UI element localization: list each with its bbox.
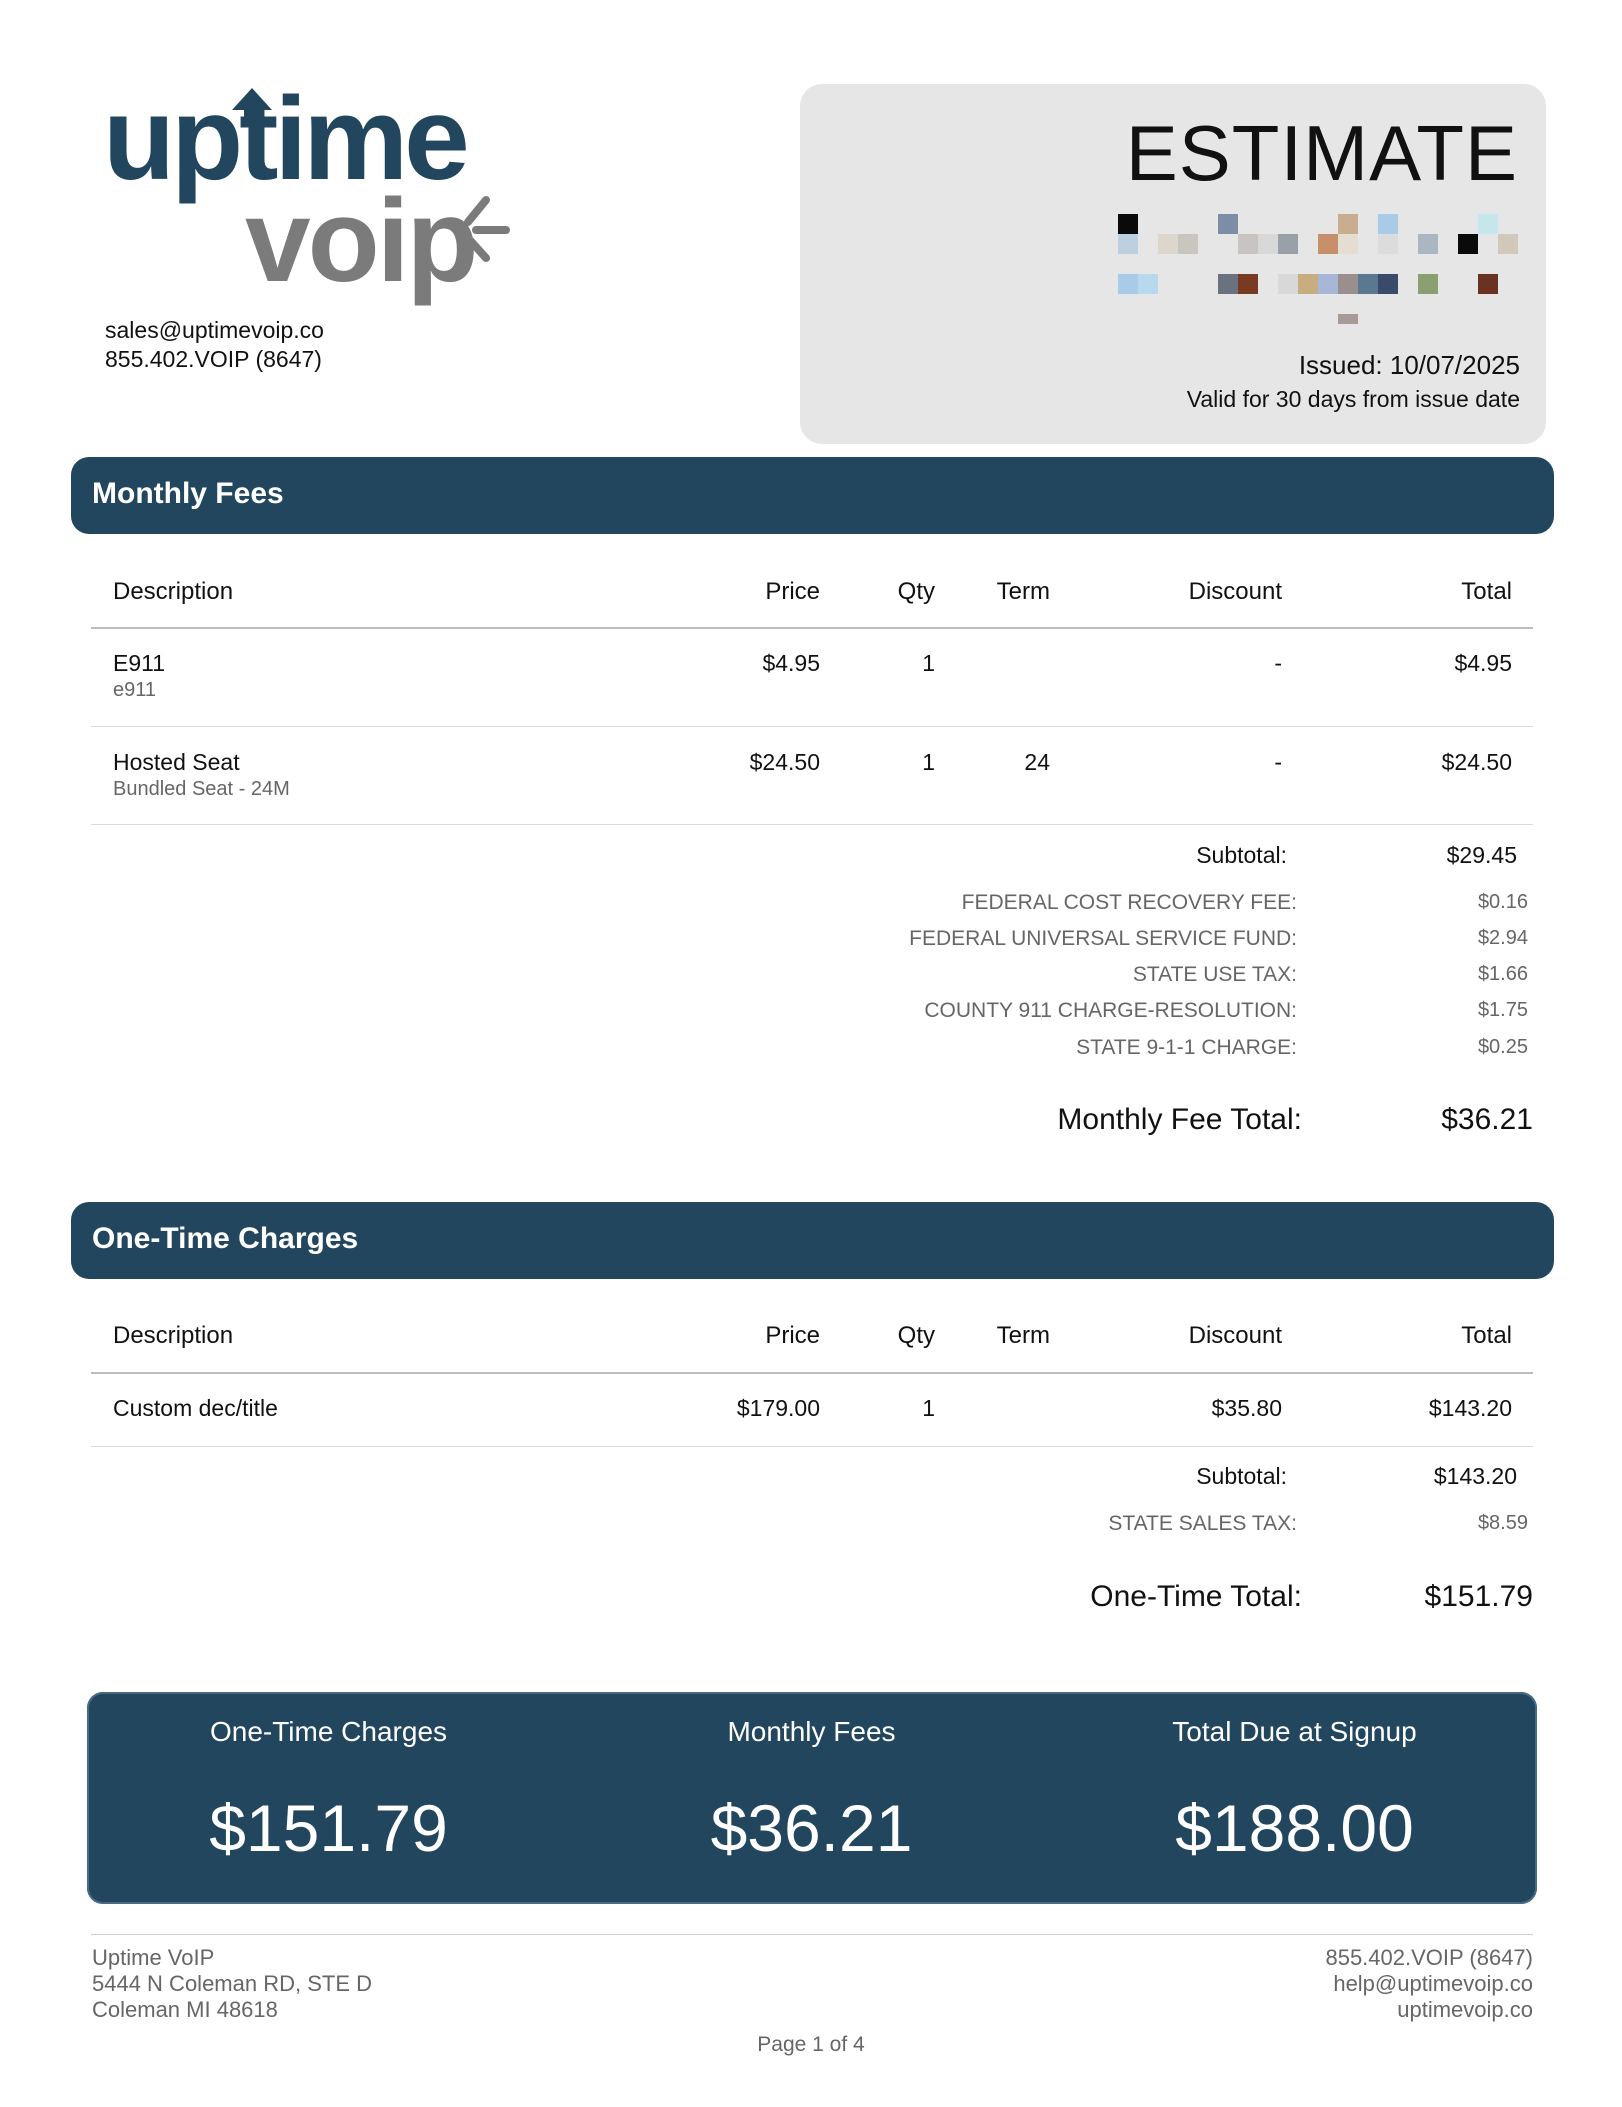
line-item-name: Custom dec/title xyxy=(113,1395,278,1421)
tax-value: $0.16 xyxy=(1477,891,1528,913)
line-item-qty: 1 xyxy=(922,749,935,775)
line-item-name: Hosted Seat xyxy=(113,749,240,775)
line-item-term: 24 xyxy=(1024,749,1050,775)
summary-label: Monthly Fees xyxy=(727,1716,896,1747)
col-header-term: Term xyxy=(996,578,1050,605)
line-item-price: $24.50 xyxy=(749,749,820,775)
monthly-total-label: Monthly Fee Total: xyxy=(1057,1103,1302,1136)
tax-label: FEDERAL COST RECOVERY FEE: xyxy=(961,891,1297,914)
company-contact: sales@uptimevoip.co 855.402.VOIP (8647) xyxy=(105,316,324,374)
subtotal-label: Subtotal: xyxy=(1196,842,1287,868)
line-item-name: E911 xyxy=(113,650,166,676)
col-header-description: Description xyxy=(113,1322,234,1349)
footer-divider xyxy=(91,1934,1533,1935)
col-header-discount: Discount xyxy=(1188,578,1282,605)
page-number: Page 1 of 4 xyxy=(757,2033,865,2056)
line-item-price: $4.95 xyxy=(762,650,820,676)
one-time-total-value: $151.79 xyxy=(1424,1580,1533,1613)
one-time-charges-section-header: One-Time Charges xyxy=(71,1202,1554,1279)
summary-value: $188.00 xyxy=(1175,1791,1414,1865)
line-item-subtitle: Bundled Seat - 24M xyxy=(113,778,290,800)
col-header-description: Description xyxy=(113,578,234,605)
line-item-total: $24.50 xyxy=(1441,749,1512,775)
subtotal-label: Subtotal: xyxy=(1196,1463,1287,1489)
row-divider xyxy=(91,824,1533,825)
contact-email: sales@uptimevoip.co xyxy=(105,317,324,343)
subtotal-value: $29.45 xyxy=(1446,842,1517,868)
col-header-term: Term xyxy=(996,1322,1050,1349)
footer-contact: 855.402.VOIP (8647) help@uptimevoip.co u… xyxy=(1133,1945,1533,2023)
totals-summary-banner: One-Time Charges $151.79 Monthly Fees $3… xyxy=(87,1692,1537,1904)
line-item-discount: - xyxy=(1274,749,1282,775)
col-header-total: Total xyxy=(1461,1322,1512,1349)
section-title: One-Time Charges xyxy=(92,1222,359,1255)
document-title: ESTIMATE xyxy=(1125,109,1518,197)
logo-arrow-icon xyxy=(232,88,272,124)
footer-website: uptimevoip.co xyxy=(1397,1997,1533,2022)
one-time-total-label: One-Time Total: xyxy=(1090,1580,1302,1613)
line-item-qty: 1 xyxy=(922,1395,935,1421)
line-item-subtitle: e911 xyxy=(113,679,157,701)
col-header-qty: Qty xyxy=(897,1322,935,1349)
tax-label: FEDERAL UNIVERSAL SERVICE FUND: xyxy=(909,927,1297,950)
line-item-price: $179.00 xyxy=(736,1395,820,1421)
summary-value: $36.21 xyxy=(710,1791,913,1865)
tax-label: STATE 9-1-1 CHARGE: xyxy=(1076,1036,1297,1059)
footer-address: Uptime VoIP 5444 N Coleman RD, STE D Col… xyxy=(92,1945,372,2023)
tax-label: STATE USE TAX: xyxy=(1132,963,1297,986)
col-header-price: Price xyxy=(765,1322,820,1349)
line-item-total: $4.95 xyxy=(1454,650,1512,676)
col-header-total: Total xyxy=(1461,578,1512,605)
tax-value: $1.75 xyxy=(1477,999,1528,1021)
col-header-discount: Discount xyxy=(1188,1322,1282,1349)
table-header-divider xyxy=(91,627,1533,629)
col-header-qty: Qty xyxy=(897,578,935,605)
tax-value: $0.25 xyxy=(1477,1036,1528,1058)
validity-note: Valid for 30 days from issue date xyxy=(1186,386,1520,412)
line-item-qty: 1 xyxy=(922,650,935,676)
row-divider xyxy=(91,1446,1533,1447)
subtotal-value: $143.20 xyxy=(1433,1463,1517,1489)
tax-value: $1.66 xyxy=(1477,963,1528,985)
line-item-discount: - xyxy=(1274,650,1282,676)
col-header-price: Price xyxy=(765,578,820,605)
summary-value: $151.79 xyxy=(209,1791,448,1865)
contact-phone: 855.402.VOIP (8647) xyxy=(105,346,322,372)
line-item-total: $143.20 xyxy=(1428,1395,1512,1421)
monthly-total-value: $36.21 xyxy=(1441,1103,1533,1136)
footer-address-line1: 5444 N Coleman RD, STE D xyxy=(92,1971,372,1996)
footer-phone: 855.402.VOIP (8647) xyxy=(1325,1945,1533,1970)
logo-signal-icon xyxy=(464,196,510,262)
table-header-divider xyxy=(91,1372,1533,1374)
section-title: Monthly Fees xyxy=(92,477,284,510)
footer-address-line2: Coleman MI 48618 xyxy=(92,1997,278,2022)
tax-label: STATE SALES TAX: xyxy=(1108,1512,1297,1535)
row-divider xyxy=(91,726,1533,727)
logo-wordmark-voip: voip xyxy=(245,175,479,307)
tax-value: $2.94 xyxy=(1477,927,1528,949)
monthly-fees-section-header: Monthly Fees xyxy=(71,457,1554,534)
tax-label: COUNTY 911 CHARGE-RESOLUTION: xyxy=(924,999,1297,1022)
summary-label: Total Due at Signup xyxy=(1172,1716,1417,1747)
tax-value: $8.59 xyxy=(1477,1512,1528,1534)
footer-email: help@uptimevoip.co xyxy=(1333,1971,1533,1996)
summary-label: One-Time Charges xyxy=(209,1716,448,1747)
redacted-pixelated-block xyxy=(1118,214,1518,324)
issued-date: Issued: 10/07/2025 xyxy=(1298,350,1520,380)
footer-company: Uptime VoIP xyxy=(92,1945,215,1970)
line-item-discount: $35.80 xyxy=(1211,1395,1282,1421)
estimate-header-box: ESTIMATE Issued: 10/07/2025 Valid for 30 xyxy=(800,84,1546,444)
